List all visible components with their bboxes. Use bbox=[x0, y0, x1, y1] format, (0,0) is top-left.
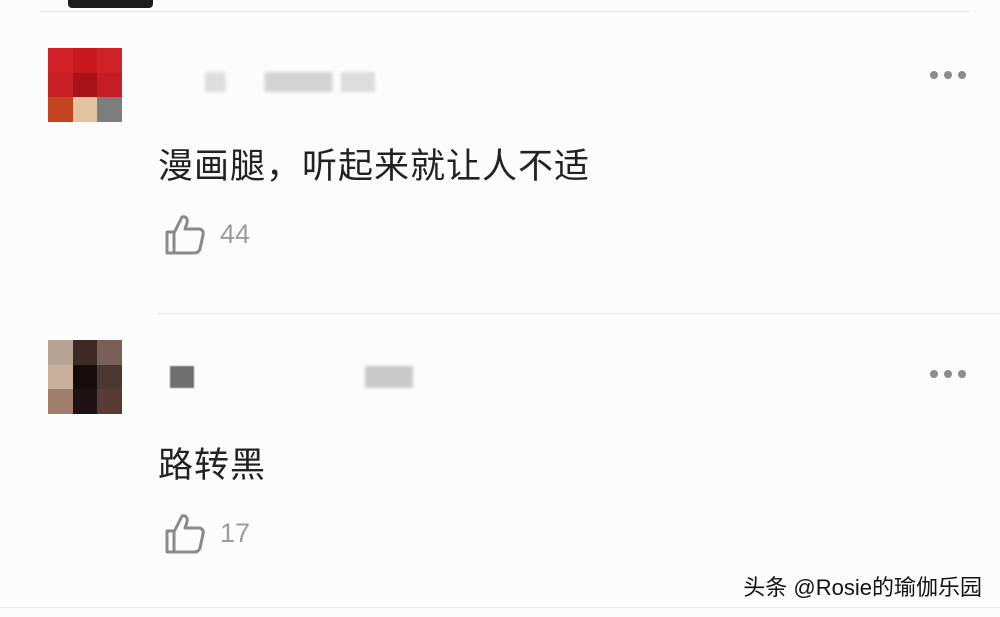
comment-item: 路转黑 17 bbox=[0, 0, 1000, 600]
avatar[interactable] bbox=[48, 340, 122, 414]
like-count: 17 bbox=[220, 517, 251, 548]
bottom-divider bbox=[0, 607, 1000, 608]
comment-text: 路转黑 bbox=[158, 446, 267, 486]
more-dots-icon bbox=[930, 370, 938, 378]
username-blurred[interactable] bbox=[365, 366, 413, 388]
username-blurred[interactable] bbox=[170, 366, 194, 388]
like-button[interactable]: 17 bbox=[164, 511, 250, 555]
watermark: 头条 @Rosie的瑜伽乐园 bbox=[743, 575, 982, 600]
thumbs-up-icon bbox=[165, 514, 205, 554]
more-options-button[interactable] bbox=[930, 370, 966, 378]
